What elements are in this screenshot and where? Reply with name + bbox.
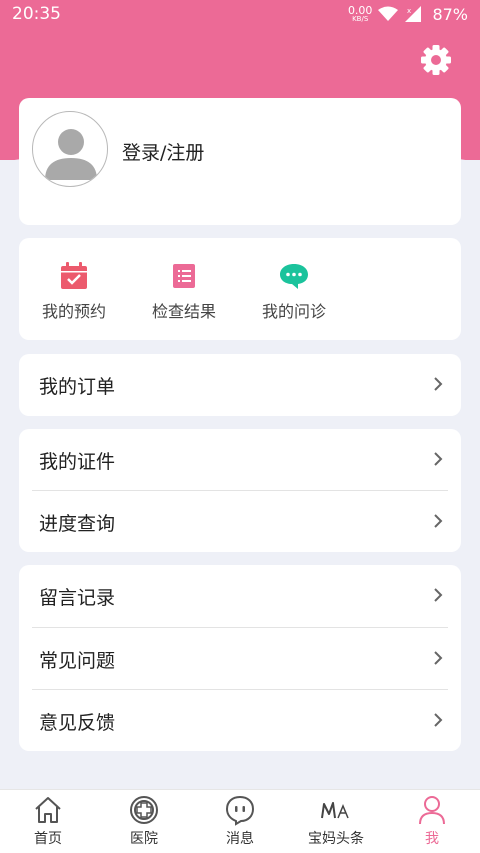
login-register-link[interactable]: 登录/注册	[122, 138, 204, 165]
calendar-check-icon	[61, 262, 87, 289]
profile-card: 登录/注册	[19, 98, 461, 225]
status-bar: 20:35 0.00 KB/S x 87%	[0, 0, 480, 28]
chevron-right-icon	[434, 514, 443, 528]
check-results-button[interactable]: 检查结果	[139, 262, 229, 322]
home-icon	[35, 797, 61, 823]
menu-item-label: 常见问题	[39, 649, 116, 672]
tab-label: 宝妈头条	[308, 831, 364, 847]
tab-mama-headlines[interactable]: 宝妈头条	[288, 790, 384, 853]
chevron-right-icon	[434, 713, 443, 727]
wifi-icon	[378, 6, 399, 21]
svg-text:x: x	[407, 7, 411, 15]
battery-level: 87%	[432, 4, 468, 24]
status-indicators: 0.00 KB/S x 87%	[348, 5, 468, 24]
menu-item-my-documents[interactable]: 我的证件	[19, 429, 461, 491]
quick-action-label: 我的预约	[41, 302, 106, 321]
default-avatar-icon	[45, 129, 97, 180]
gear-icon	[421, 45, 451, 75]
chevron-right-icon	[434, 588, 443, 602]
mama-headline-icon	[321, 802, 349, 819]
my-appointments-button[interactable]: 我的预约	[29, 262, 119, 322]
settings-button[interactable]	[418, 42, 454, 78]
tab-messages[interactable]: 消息	[192, 790, 288, 853]
quick-action-label: 我的问诊	[261, 302, 326, 321]
menu-group-support: 留言记录 常见问题 意见反馈	[19, 565, 461, 751]
chevron-right-icon	[434, 651, 443, 665]
tab-label: 医院	[130, 831, 158, 847]
menu-item-feedback[interactable]: 意见反馈	[19, 690, 461, 752]
chevron-right-icon	[434, 452, 443, 466]
quick-action-label: 检查结果	[151, 302, 216, 321]
menu-group-documents: 我的证件 进度查询	[19, 429, 461, 552]
network-speed: 0.00 KB/S	[348, 5, 373, 23]
menu-item-faq[interactable]: 常见问题	[19, 628, 461, 690]
chevron-right-icon	[434, 377, 443, 391]
network-speed-unit: KB/S	[352, 15, 369, 23]
status-time: 20:35	[12, 4, 61, 24]
menu-item-progress-query[interactable]: 进度查询	[19, 491, 461, 553]
person-icon	[419, 796, 445, 825]
menu-item-my-orders[interactable]: 我的订单	[19, 354, 461, 416]
tab-me[interactable]: 我	[384, 790, 480, 853]
my-consultations-button[interactable]: 我的问诊	[249, 262, 339, 322]
menu-item-label: 进度查询	[39, 512, 116, 535]
hospital-cross-icon	[130, 796, 158, 824]
tab-hospital[interactable]: 医院	[96, 790, 192, 853]
menu-item-label: 我的证件	[39, 450, 116, 473]
menu-item-message-records[interactable]: 留言记录	[19, 565, 461, 627]
signal-icon: x	[405, 6, 422, 22]
tab-home[interactable]: 首页	[0, 790, 96, 853]
message-face-icon	[225, 795, 255, 826]
bottom-tab-bar: 首页 医院 消息 宝妈头条 我	[0, 789, 480, 853]
tab-label: 我	[425, 831, 439, 847]
menu-item-label: 我的订单	[39, 375, 116, 398]
avatar[interactable]	[32, 111, 108, 187]
chat-bubble-icon	[280, 264, 308, 289]
menu-item-label: 留言记录	[39, 586, 116, 609]
menu-group-orders: 我的订单	[19, 354, 461, 416]
tab-label: 首页	[34, 831, 62, 847]
quick-actions-card: 我的预约 检查结果 我的问诊	[19, 238, 461, 340]
menu-item-label: 意见反馈	[39, 711, 116, 734]
tab-label: 消息	[226, 831, 254, 847]
report-list-icon	[173, 264, 195, 288]
